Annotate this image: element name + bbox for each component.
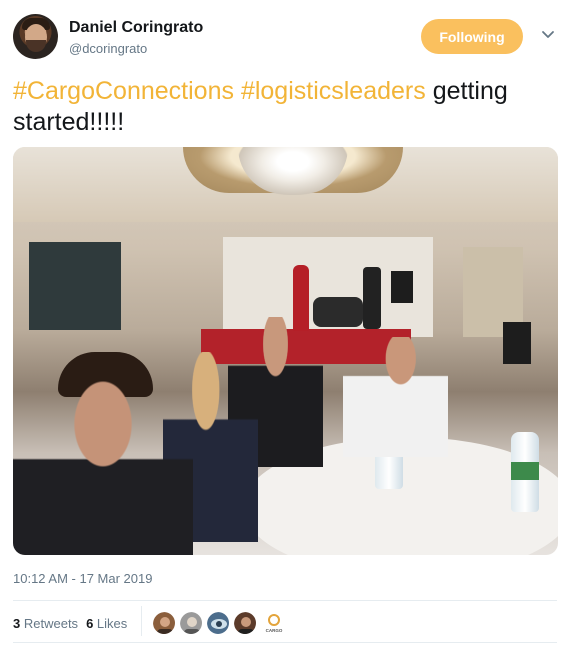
liker-avatar-2[interactable] bbox=[179, 611, 203, 635]
tweet-photo[interactable] bbox=[13, 147, 558, 555]
retweets-count: 3 bbox=[13, 616, 21, 631]
liker-avatar-1[interactable] bbox=[152, 611, 176, 635]
liker-avatar-5[interactable]: CARGO bbox=[262, 611, 286, 635]
stats-divider bbox=[141, 606, 142, 636]
photo-person bbox=[13, 367, 193, 555]
divider bbox=[13, 642, 557, 643]
chevron-down-icon[interactable] bbox=[541, 28, 555, 42]
photo-speaker bbox=[503, 322, 531, 364]
likes-stat[interactable]: 6 Likes bbox=[86, 616, 127, 631]
author-display-name[interactable]: Daniel Coringrato bbox=[69, 19, 203, 37]
photo-window bbox=[29, 242, 121, 330]
tweet-stats: 3 Retweets 6 Likes bbox=[13, 616, 127, 631]
author-handle[interactable]: @dcoringrato bbox=[69, 41, 147, 56]
tweet-text: #CargoConnections #logisticsleaders gett… bbox=[13, 76, 557, 138]
liker-avatar-3[interactable] bbox=[206, 611, 230, 635]
tweet-timestamp[interactable]: 10:12 AM - 17 Mar 2019 bbox=[13, 571, 152, 586]
retweets-stat[interactable]: 3 Retweets bbox=[13, 616, 78, 631]
hashtag-cargoconnections[interactable]: #CargoConnections bbox=[13, 77, 234, 105]
photo-performer bbox=[363, 267, 381, 329]
retweets-label: Retweets bbox=[23, 616, 79, 631]
photo-person bbox=[343, 337, 448, 457]
cargo-logo-text: CARGO bbox=[266, 628, 283, 633]
photo-water-bottle bbox=[511, 432, 539, 512]
tweet-header: Daniel Coringrato @dcoringrato Following bbox=[13, 14, 557, 66]
likes-label: Likes bbox=[96, 616, 128, 631]
divider bbox=[13, 600, 557, 601]
liker-avatar-4[interactable] bbox=[233, 611, 257, 635]
author-avatar[interactable] bbox=[13, 14, 58, 59]
hashtag-logisticsleaders[interactable]: #logisticsleaders bbox=[241, 77, 426, 105]
photo-speaker bbox=[391, 271, 413, 303]
likes-count: 6 bbox=[86, 616, 94, 631]
following-button[interactable]: Following bbox=[421, 19, 523, 54]
tweet-text-space bbox=[234, 77, 241, 105]
